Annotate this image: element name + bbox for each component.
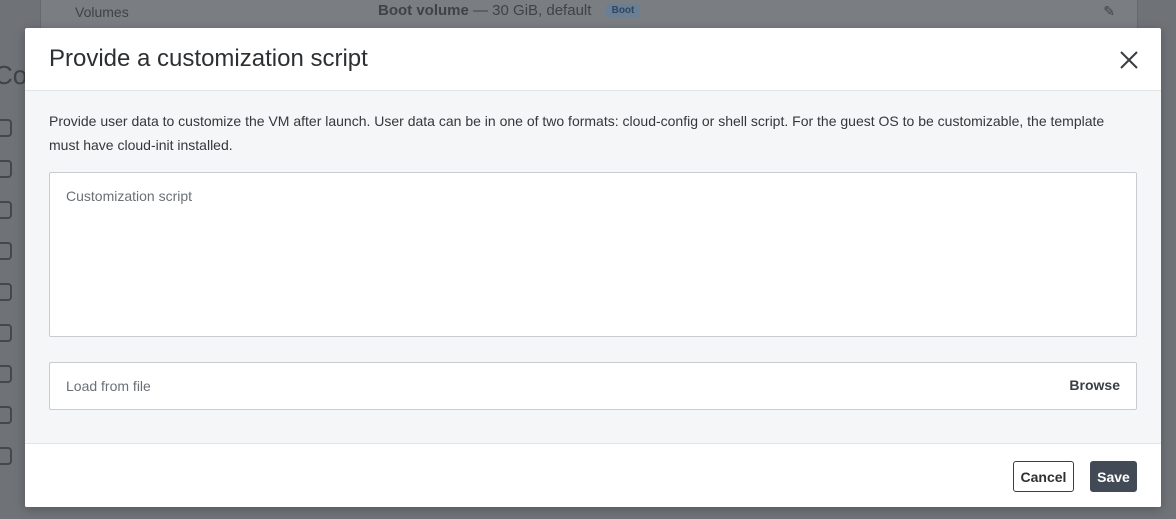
customization-script-dialog: Provide a customization script Provide u… [25, 28, 1161, 507]
pencil-icon: ✎ [1103, 3, 1115, 19]
background-lock-icon [0, 447, 12, 465]
dialog-title: Provide a customization script [49, 45, 368, 72]
background-drive-icon [0, 242, 12, 260]
background-row-sub: — 30 GiB, default [473, 2, 592, 19]
background-disc-icon [0, 201, 12, 219]
background-sidebar: Co [0, 60, 28, 488]
background-cube-icon [0, 119, 12, 137]
background-gear-icon [0, 160, 12, 178]
browse-button[interactable]: Browse [1069, 377, 1120, 393]
dialog-body: Provide user data to customize the VM af… [25, 91, 1161, 443]
cancel-button[interactable]: Cancel [1013, 461, 1074, 492]
load-from-file-placeholder: Load from file [66, 378, 151, 394]
background-side-heading: Co [0, 60, 28, 90]
close-button[interactable] [1117, 48, 1141, 72]
background-row-label: Volumes [75, 4, 129, 20]
dialog-header: Provide a customization script [25, 28, 1161, 91]
dialog-footer: Cancel Save [25, 443, 1161, 507]
background-boot-badge: Boot [605, 4, 641, 17]
background-shield-icon [0, 324, 12, 342]
close-icon [1120, 51, 1138, 69]
background-clock-icon [0, 406, 12, 424]
background-row-value-text: Boot volume [378, 2, 469, 19]
save-button[interactable]: Save [1090, 461, 1137, 492]
customization-script-placeholder: Customization script [66, 188, 193, 204]
background-network-icon [0, 283, 12, 301]
load-from-file-field[interactable]: Load from file Browse [49, 362, 1137, 410]
background-volumes-row: Volumes Boot volume — 30 GiB, default Bo… [40, 0, 1138, 30]
customization-script-textarea[interactable]: Customization script [49, 172, 1137, 337]
background-row-value: Boot volume — 30 GiB, default Boot [378, 2, 641, 19]
page: Volumes Boot volume — 30 GiB, default Bo… [0, 0, 1176, 519]
background-grid-icon [0, 365, 12, 383]
dialog-description: Provide user data to customize the VM af… [49, 113, 1105, 153]
